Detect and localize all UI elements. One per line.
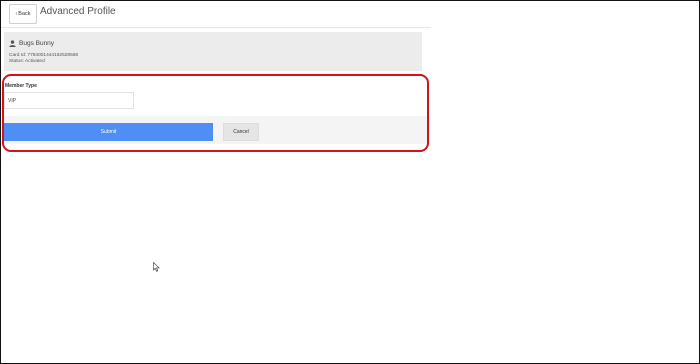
profile-name-row: Bugs Bunny	[9, 40, 54, 47]
member-type-form: Member Type VIP Submit Cancel	[4, 78, 430, 153]
profile-name: Bugs Bunny	[19, 40, 55, 47]
card-id-text: Card Id: 7784001444152528568	[9, 53, 79, 58]
app-frame: ‹ Back Advanced Profile Bugs Bunny Card …	[0, 0, 700, 364]
submit-button[interactable]: Submit	[4, 123, 213, 141]
header-bar: ‹ Back Advanced Profile	[1, 1, 431, 28]
user-icon	[9, 40, 16, 47]
cancel-button[interactable]: Cancel	[223, 123, 259, 141]
page-title: Advanced Profile	[40, 6, 116, 17]
form-action-bar: Submit Cancel	[4, 116, 430, 144]
status-text: Status: Activated	[9, 59, 45, 64]
member-type-label: Member Type	[5, 83, 37, 89]
member-type-input[interactable]: VIP	[4, 92, 134, 109]
back-button[interactable]: ‹ Back	[9, 4, 37, 24]
chevron-left-icon: ‹	[15, 10, 18, 17]
profile-summary: Bugs Bunny Card Id: 7784001444152528568 …	[4, 32, 422, 71]
back-button-label: Back	[18, 11, 31, 17]
mouse-cursor-icon	[153, 262, 160, 272]
